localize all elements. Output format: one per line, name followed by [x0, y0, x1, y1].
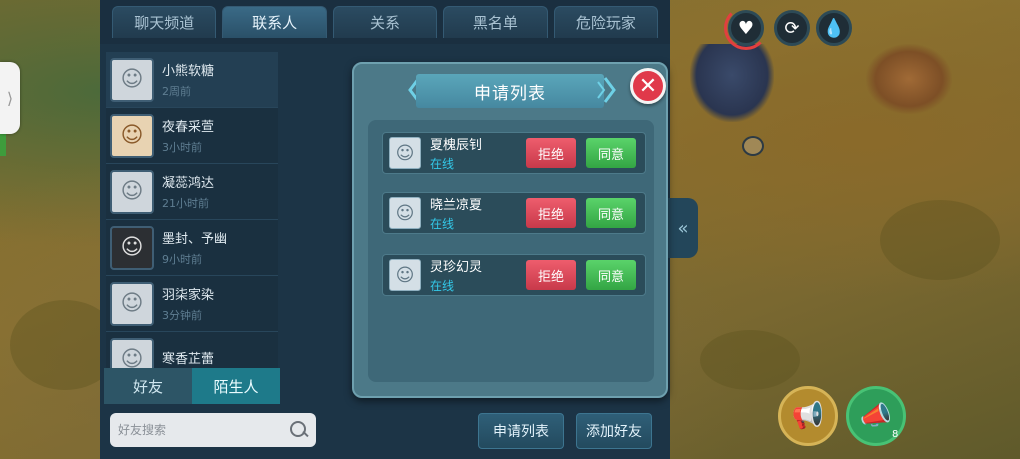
creature-character[interactable] [690, 44, 774, 122]
add-friend-button[interactable]: 添加好友 [576, 413, 652, 449]
tab-chat-channel[interactable]: 聊天频道 [112, 6, 217, 38]
avatar: ☺ [110, 113, 154, 158]
horn-count: 8 [892, 429, 899, 440]
tab-contacts[interactable]: 联系人 [222, 6, 327, 38]
avatar: ☺ [110, 337, 154, 370]
search-icon[interactable] [288, 419, 310, 441]
avatar: ☺ [110, 57, 154, 102]
social-tabs: 聊天频道 联系人 关系 黑名单 危险玩家 [100, 0, 670, 44]
ground-patch [700, 330, 800, 390]
list-item[interactable]: ☺ 凝蕊鸿达 21小时前 [106, 164, 278, 220]
search-input[interactable] [118, 423, 288, 437]
friend-search [110, 413, 316, 447]
contact-name: 墨封、予幽 [162, 232, 228, 247]
request-row: ☺ 夏槐辰钊 在线 拒绝 同意 [382, 132, 646, 174]
contact-time: 3小时前 [162, 141, 202, 154]
refresh-icon[interactable]: ⟳ [774, 10, 810, 46]
reject-button[interactable]: 拒绝 [526, 138, 576, 168]
reject-button[interactable]: 拒绝 [526, 198, 576, 228]
megaphone-icon[interactable]: 📢 [778, 386, 838, 446]
online-status: 在线 [430, 279, 455, 293]
contact-time: 3分钟前 [162, 309, 202, 322]
list-item[interactable]: ☺ 羽柒家染 3分钟前 [106, 276, 278, 332]
close-icon[interactable]: ✕ [630, 68, 666, 104]
avatar: ☺ [389, 137, 421, 169]
contact-name: 小熊软糖 [162, 64, 215, 79]
list-item[interactable]: ☺ 墨封、予幽 9小时前 [106, 220, 278, 276]
dialog-title-bar: 申请列表 [416, 74, 604, 108]
avatar: ☺ [389, 197, 421, 229]
tab-relations[interactable]: 关系 [332, 6, 438, 38]
requester-name: 晓兰凉夏 [430, 198, 483, 213]
tab-friends[interactable]: 好友 [104, 368, 192, 404]
request-row: ☺ 晓兰凉夏 在线 拒绝 同意 [382, 192, 646, 234]
rock-object [866, 44, 952, 114]
avatar: ☺ [110, 169, 154, 214]
online-status: 在线 [430, 217, 455, 231]
heart-icon[interactable]: ♥ [728, 10, 764, 46]
list-item[interactable]: ☺ 寒香芷蕾 [106, 332, 278, 370]
ornament-icon [597, 77, 616, 103]
list-item[interactable]: ☺ 小熊软糖 2周前 [106, 52, 278, 108]
water-drop-icon[interactable]: 💧 [816, 10, 852, 46]
avatar: ☺ [110, 281, 154, 326]
contact-list[interactable]: ☺ 小熊软糖 2周前 ☺ 夜春采萱 3小时前 ☺ 凝蕊鸿达 21小时前 ☺ 墨封… [106, 52, 278, 370]
contact-name: 夜春采萱 [162, 120, 215, 135]
apply-list-button[interactable]: 申请列表 [478, 413, 564, 449]
contact-name: 寒香芷蕾 [162, 352, 215, 367]
requester-name: 夏槐辰钊 [430, 138, 483, 153]
reject-button[interactable]: 拒绝 [526, 260, 576, 290]
collapse-arrow-icon[interactable]: « [668, 198, 698, 258]
contact-name: 羽柒家染 [162, 288, 215, 303]
requester-name: 灵珍幻灵 [430, 260, 483, 275]
contact-name: 凝蕊鸿达 [162, 176, 215, 191]
tab-blacklist[interactable]: 黑名单 [443, 6, 548, 38]
contact-time: 2周前 [162, 85, 191, 98]
list-item[interactable]: ☺ 夜春采萱 3小时前 [106, 108, 278, 164]
contact-time: 9小时前 [162, 253, 202, 266]
avatar: ☺ [389, 259, 421, 291]
dialog-title: 申请列表 [474, 83, 546, 104]
online-status: 在线 [430, 157, 455, 171]
apply-list-dialog: 申请列表 ✕ ☺ 夏槐辰钊 在线 拒绝 同意 ☺ 晓兰凉夏 在线 拒绝 同意 ☺… [352, 62, 668, 398]
ground-patch [880, 200, 1000, 280]
accept-button[interactable]: 同意 [586, 260, 636, 290]
tab-dangerous-players[interactable]: 危险玩家 [553, 6, 659, 38]
accept-button[interactable]: 同意 [586, 138, 636, 168]
contact-sub-tabs: 好友 陌生人 [104, 368, 280, 404]
eye-icon[interactable] [742, 136, 764, 156]
contact-time: 21小时前 [162, 197, 209, 210]
avatar: ☺ [110, 225, 154, 270]
tab-strangers[interactable]: 陌生人 [192, 368, 280, 404]
accept-button[interactable]: 同意 [586, 198, 636, 228]
left-expand-tab[interactable]: ⟩ [0, 62, 20, 134]
request-row: ☺ 灵珍幻灵 在线 拒绝 同意 [382, 254, 646, 296]
